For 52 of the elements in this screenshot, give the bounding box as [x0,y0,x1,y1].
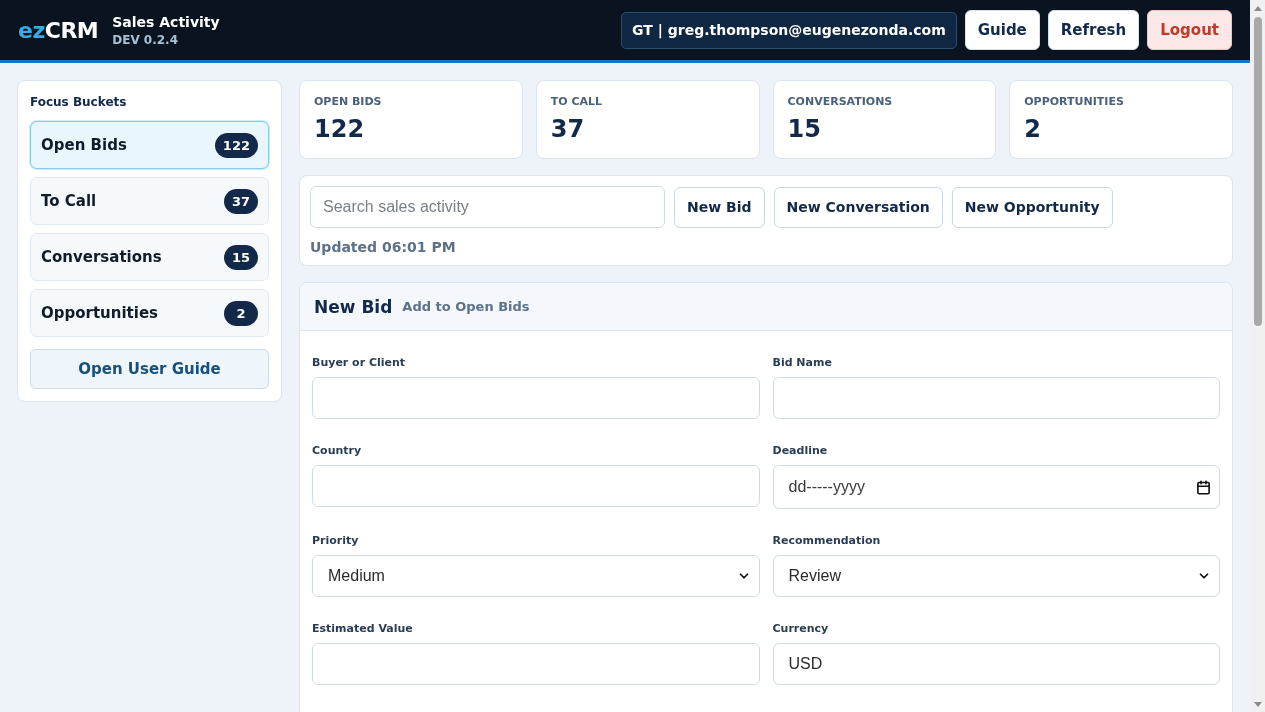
logout-button[interactable]: Logout [1147,10,1232,50]
estimated-value-input[interactable] [312,643,760,685]
new-conversation-button[interactable]: New Conversation [773,186,943,228]
count-badge: 2 [224,300,258,326]
scroll-down-icon[interactable] [1253,702,1262,707]
sidebar-title: Focus Buckets [30,94,128,110]
field-label: Buyer or Client [312,355,407,371]
currency-input[interactable]: USD [772,643,1220,685]
field-label: Estimated Value [312,621,414,637]
recommendation-select[interactable]: Review [772,555,1220,597]
stat-value: 2 [1024,114,1041,144]
version-label: DEV 0.2.4 [112,32,179,47]
bucket-item[interactable]: Opportunities 2 [30,289,269,337]
country-input[interactable] [312,465,760,507]
priority-select[interactable]: Medium [312,555,760,597]
scroll-up-icon[interactable] [1253,6,1262,11]
field-label: Currency [772,621,830,637]
stat-value: 37 [550,114,585,144]
field-label: Country [312,443,363,459]
bucket-item[interactable]: Conversations 15 [30,233,269,281]
user-chip: GT | greg.thompson@eugenezonda.com [621,11,957,49]
bid-name-input[interactable] [772,377,1220,419]
search-field[interactable]: Search sales activity [310,186,665,228]
refresh-button[interactable]: Refresh [1047,10,1140,50]
calendar-icon[interactable] [1196,479,1211,495]
bucket-item[interactable]: To Call 37 [30,177,269,225]
field-label: Priority [312,533,360,549]
count-badge: 15 [223,244,258,270]
new-bid-button[interactable]: New Bid [674,186,765,228]
stat-label: OPPORTUNITIES [1024,95,1124,109]
field-label: Recommendation [772,533,882,549]
stat-value: 15 [787,114,821,144]
form-subtitle: Add to Open Bids [402,299,530,314]
buyer-input[interactable] [312,377,760,419]
stat-value: 122 [314,114,365,144]
count-badge: 122 [214,132,258,158]
scrollbar-thumb[interactable] [1253,17,1262,326]
field-label: Bid Name [772,355,833,371]
form-title: New Bid [314,296,393,317]
user-guide-button[interactable]: Open User Guide [30,349,269,389]
count-badge: 37 [223,188,258,214]
stat-label: TO CALL [550,95,603,109]
stat-label: CONVERSATIONS [787,95,893,109]
stat-label: OPEN BIDS [314,95,382,109]
field-label: Deadline [772,443,829,459]
updated-time: Updated 06:01 PM [310,239,456,255]
app-title: Sales Activity [112,13,220,30]
bucket-item[interactable]: Open Bids 122 [30,121,269,169]
deadline-date-field[interactable]: dd-----yyyy [772,465,1220,509]
app-logo: ezCRM [18,17,99,43]
new-opportunity-button[interactable]: New Opportunity [951,186,1113,228]
guide-button[interactable]: Guide [964,10,1040,50]
